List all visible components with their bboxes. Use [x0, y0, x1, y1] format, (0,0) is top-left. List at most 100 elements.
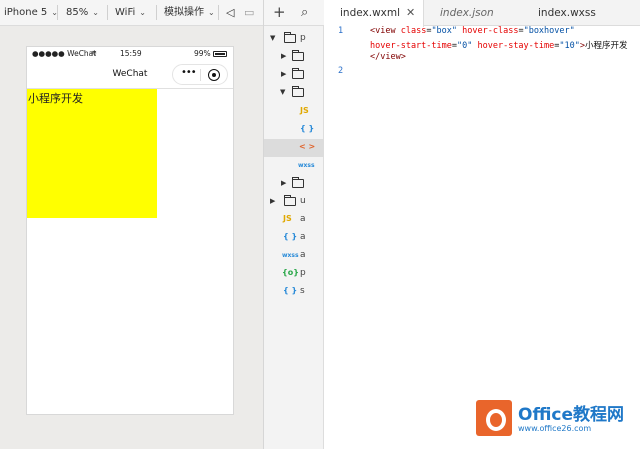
tree-item-project-config[interactable]: {o} p — [264, 265, 324, 283]
sound-icon[interactable]: ◁ — [226, 0, 234, 25]
watermark: Office教程网 www.office26.com — [476, 396, 636, 442]
tree-item-label: a — [300, 232, 306, 242]
capsule-divider — [200, 69, 201, 81]
file-tree-toolbar: + ⌕ — [264, 0, 324, 26]
wxml-file-icon: < > — [299, 142, 316, 151]
watermark-url: www.office26.com — [518, 424, 592, 433]
file-tree-panel: + ⌕ ▼ p ▶ ▶ ▼ JS { } < > wxss ▶ ▶ u JS a… — [264, 0, 324, 449]
screen-icon[interactable]: ▭ — [244, 0, 254, 25]
expand-right-icon: ▶ — [281, 179, 287, 187]
tree-item-label: a — [300, 214, 306, 224]
nav-bar: WeChat ••• — [27, 61, 233, 89]
tab-index-wxml[interactable]: index.wxml ✕ — [324, 0, 424, 27]
battery-label: 99% — [194, 49, 211, 58]
tree-item-folder[interactable]: ▶ — [264, 66, 324, 84]
code-attribute: hover-start-time — [370, 41, 452, 51]
simulator-toolbar: iPhone 5 ⌄ 85% ⌄ WiFi ⌄ 模拟操作 ⌄ ◁ ▭ — [0, 0, 263, 26]
js-file-icon: JS — [300, 106, 309, 115]
code-attribute: hover-class — [457, 26, 519, 36]
config-file-icon: {o} — [282, 268, 299, 277]
search-icon[interactable]: ⌕ — [301, 5, 308, 20]
toolbar-divider — [57, 5, 58, 20]
line-number: 1 — [338, 26, 344, 36]
tab-label: index.wxss — [538, 7, 596, 19]
tree-item-app-js[interactable]: JS a — [264, 211, 324, 229]
box-text: 小程序开发 — [28, 92, 83, 105]
folder-icon — [292, 50, 304, 61]
expand-down-icon: ▼ — [280, 88, 286, 96]
tree-item-json-file[interactable]: { } — [264, 121, 324, 139]
phone-screen: ●●●●● WeChat ≋ 15:59 99% WeChat ••• 小程序开… — [26, 46, 234, 415]
zoom-select-label: 85% — [66, 7, 89, 18]
carrier-label: ●●●●● WeChat — [32, 49, 97, 58]
tree-item-utils-folder[interactable]: ▶ u — [264, 193, 324, 211]
close-tab-icon[interactable]: ✕ — [406, 0, 415, 26]
code-line-wrap: </view> — [370, 52, 406, 62]
tree-item-js-file[interactable]: JS — [264, 103, 324, 121]
folder-icon — [292, 177, 304, 188]
zoom-select[interactable]: 85% ⌄ — [66, 0, 99, 25]
chevron-down-icon: ⌄ — [208, 8, 215, 17]
tree-item-folder[interactable]: ▶ — [264, 48, 324, 66]
tree-item-app-json[interactable]: { } a — [264, 229, 324, 247]
expand-right-icon: ▶ — [281, 52, 287, 60]
tree-item-app-wxss[interactable]: wxss a — [264, 247, 324, 265]
code-editor-panel: index.wxml ✕ index.json index.wxss 1 <vi… — [324, 0, 640, 449]
office-logo-icon — [476, 400, 512, 436]
wifi-icon: ≋ — [91, 49, 97, 57]
folder-icon — [284, 195, 296, 206]
code-text: 小程序开发 — [585, 41, 628, 51]
chevron-down-icon: ⌄ — [92, 8, 99, 17]
expand-down-icon: ▼ — [270, 34, 276, 42]
capsule-menu[interactable]: ••• — [172, 64, 228, 85]
wxss-file-icon: wxss — [282, 252, 299, 259]
battery-icon — [213, 51, 227, 57]
device-select[interactable]: iPhone 5 ⌄ — [4, 0, 58, 25]
folder-open-icon — [284, 32, 296, 43]
tree-item-label: a — [300, 250, 306, 260]
json-file-icon: { } — [283, 286, 298, 295]
toolbar-divider — [218, 5, 219, 20]
js-file-icon: JS — [283, 214, 292, 223]
simulator-panel: iPhone 5 ⌄ 85% ⌄ WiFi ⌄ 模拟操作 ⌄ ◁ ▭ ●●●●● WeC… — [0, 0, 264, 449]
network-select-label: WiFi — [115, 7, 136, 18]
json-file-icon: { } — [283, 232, 298, 241]
code-attribute: class — [400, 26, 427, 36]
wxss-file-icon: wxss — [298, 162, 315, 169]
json-file-icon: { } — [300, 124, 315, 133]
tree-item-wxss-file[interactable]: wxss — [264, 157, 324, 175]
network-select[interactable]: WiFi ⌄ — [115, 0, 146, 25]
code-tag: <view — [370, 26, 401, 36]
tab-label: index.json — [440, 7, 494, 19]
line-number: 2 — [338, 66, 344, 76]
toolbar-divider — [156, 5, 157, 20]
tree-item-project-root[interactable]: ▼ p — [264, 30, 324, 48]
tree-item-label: u — [300, 196, 306, 206]
operation-select[interactable]: 模拟操作 ⌄ — [164, 0, 215, 25]
chevron-down-icon: ⌄ — [139, 8, 146, 17]
tree-item-label: p — [300, 33, 306, 43]
code-string: "boxhover" — [523, 26, 575, 36]
status-bar: ●●●●● WeChat ≋ 15:59 99% — [27, 47, 233, 61]
code-tag: </view> — [370, 52, 406, 62]
editor-tabs: index.wxml ✕ index.json index.wxss — [324, 0, 640, 27]
more-icon[interactable]: ••• — [181, 67, 197, 78]
add-icon[interactable]: + — [273, 3, 286, 21]
tab-index-wxss[interactable]: index.wxss — [538, 0, 596, 26]
code-string: "10" — [559, 41, 580, 51]
code-string: "box" — [431, 26, 458, 36]
tree-item-wxml-file[interactable]: < > — [264, 139, 324, 157]
code-string: "0" — [457, 41, 473, 51]
tree-item-sitemap-json[interactable]: { } s — [264, 283, 324, 301]
code-line-wrap: hover-start-time="0" hover-stay-time="10… — [370, 39, 628, 51]
folder-open-icon — [292, 86, 304, 97]
tab-index-json[interactable]: index.json — [440, 0, 494, 26]
time-label: 15:59 — [120, 49, 142, 58]
close-icon[interactable] — [208, 69, 220, 81]
tree-item-folder[interactable]: ▶ — [264, 175, 324, 193]
yellow-box[interactable]: 小程序开发 — [27, 89, 157, 218]
code-attribute: hover-stay-time — [472, 41, 555, 51]
expand-right-icon: ▶ — [270, 197, 276, 205]
code-line: <view class="box" hover-class="boxhover" — [370, 26, 575, 36]
tree-item-folder-open[interactable]: ▼ — [264, 84, 324, 102]
